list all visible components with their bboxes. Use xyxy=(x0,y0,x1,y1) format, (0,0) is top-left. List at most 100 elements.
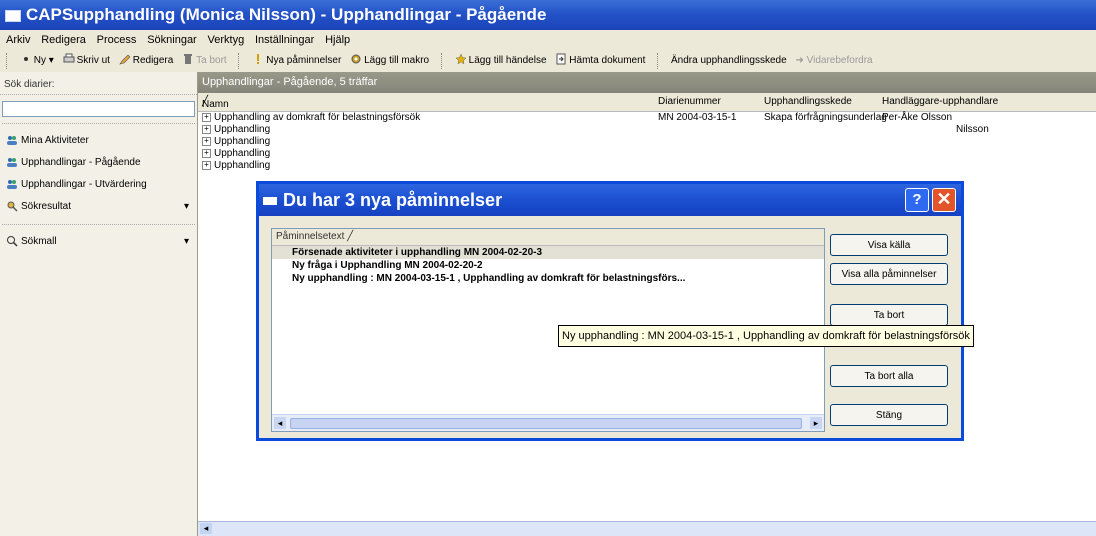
expand-icon[interactable]: + xyxy=(202,124,211,134)
menu-bar: Arkiv Redigera Process Sökningar Verktyg… xyxy=(0,30,1096,50)
sidebar-item-sokmall[interactable]: Sökmall ▾ xyxy=(0,231,197,253)
menu-arkiv[interactable]: Arkiv xyxy=(2,30,34,50)
add-event-button[interactable]: Lägg till händelse xyxy=(452,50,550,72)
toolbar-grip[interactable] xyxy=(6,53,10,69)
reminder-item[interactable]: Ny fråga i Upphandling MN 2004-02-20-2 xyxy=(272,259,824,272)
new-reminders-button[interactable]: Nya påminnelser xyxy=(249,50,344,72)
column-header-namn[interactable]: Namn ╱ xyxy=(202,96,229,110)
results-header: Upphandlingar - Pågående, 5 träffar xyxy=(198,72,1096,93)
row-handlaggare: Nilsson xyxy=(956,124,989,135)
edit-button[interactable]: Redigera xyxy=(116,50,177,72)
reminder-item[interactable]: Försenade aktiviteter i upphandling MN 2… xyxy=(272,246,824,259)
dialog-titlebar: Du har 3 nya påminnelser ? ✕ xyxy=(259,184,961,216)
fetch-document-button[interactable]: Hämta dokument xyxy=(552,50,648,72)
sidebar-search-label: Sök diarier: xyxy=(0,72,197,95)
expand-icon[interactable]: + xyxy=(202,148,211,158)
gear-icon xyxy=(351,54,361,64)
scroll-thumb[interactable] xyxy=(290,418,802,429)
table-row[interactable]: + Upphandling Nilsson xyxy=(198,124,1096,136)
row-diarienummer: MN 2004-03-15-1 xyxy=(658,112,737,123)
dialog-title: Du har 3 nya påminnelser xyxy=(283,190,503,210)
sidebar-item-pagaende[interactable]: Upphandlingar - Pågående xyxy=(0,152,197,174)
trash-icon xyxy=(184,54,193,65)
reminder-list-header[interactable]: Påminnelsetext ╱ xyxy=(272,229,824,246)
show-source-button[interactable]: Visa källa xyxy=(830,234,948,256)
users-icon xyxy=(7,158,17,168)
table-row[interactable]: + Upphandling av domkraft för belastnings… xyxy=(198,112,1096,124)
print-button[interactable]: Skriv ut xyxy=(60,50,113,72)
reminder-item[interactable]: Ny upphandling : MN 2004-03-15-1 , Uppha… xyxy=(272,272,824,285)
change-stage-button[interactable]: Ändra upphandlingsskede xyxy=(668,50,790,72)
sidebar-divider xyxy=(2,224,195,225)
window-title: CAPSupphandling (Monica Nilsson) - Uppha… xyxy=(26,5,547,24)
new-reminders-label: Nya påminnelser xyxy=(266,55,342,66)
column-header-label: Namn xyxy=(202,99,229,110)
scroll-left-icon[interactable]: ◂ xyxy=(200,523,212,534)
delete-button[interactable]: Ta bort xyxy=(179,50,230,72)
horizontal-scrollbar[interactable]: ◂ xyxy=(198,521,1096,536)
chevron-down-icon[interactable]: ▾ xyxy=(184,196,189,218)
sidebar-item-label: Upphandlingar - Pågående xyxy=(21,157,141,168)
reminder-list-scrollbar[interactable]: ◂ ▸ xyxy=(272,414,824,431)
table-row[interactable]: + Upphandling xyxy=(198,148,1096,160)
scroll-left-icon[interactable]: ◂ xyxy=(274,417,286,429)
expand-icon[interactable]: + xyxy=(202,136,211,146)
pencil-icon xyxy=(119,54,131,65)
add-macro-button[interactable]: Lägg till makro xyxy=(347,50,432,72)
print-label: Skriv ut xyxy=(76,55,110,66)
row-name: Upphandling xyxy=(214,160,271,171)
close-button[interactable]: ✕ xyxy=(932,188,956,212)
forward-label: Vidarebefordra xyxy=(806,55,873,66)
menu-redigera[interactable]: Redigera xyxy=(37,30,90,50)
help-button[interactable]: ? xyxy=(905,188,929,212)
sidebar-item-sokresultat[interactable]: Sökresultat ▾ xyxy=(0,196,197,218)
exclamation-icon xyxy=(257,54,260,65)
fetch-document-label: Hämta dokument xyxy=(569,55,646,66)
document-icon xyxy=(556,53,566,65)
delete-label: Ta bort xyxy=(196,55,227,66)
delete-all-button[interactable]: Ta bort alla xyxy=(830,365,948,387)
search-users-icon xyxy=(7,201,18,212)
table-row[interactable]: + Upphandling xyxy=(198,160,1096,172)
menu-verktyg[interactable]: Verktyg xyxy=(204,30,249,50)
add-event-label: Lägg till händelse xyxy=(468,55,547,66)
app-icon xyxy=(5,10,21,22)
chevron-down-icon[interactable]: ▾ xyxy=(184,231,189,253)
row-handlaggare: Per-Åke Olsson xyxy=(882,112,953,123)
forward-icon: ➜ xyxy=(795,55,804,66)
column-header-diarienummer[interactable]: Diarienummer xyxy=(658,96,721,107)
toolbar-separator xyxy=(657,53,661,69)
menu-process[interactable]: Process xyxy=(93,30,141,50)
tooltip: Ny upphandling : MN 2004-03-15-1 , Uppha… xyxy=(558,325,974,347)
scroll-right-icon[interactable]: ▸ xyxy=(810,417,822,429)
forward-button[interactable]: ➜ Vidarebefordra xyxy=(792,50,875,72)
new-icon xyxy=(23,57,28,62)
users-icon xyxy=(7,180,17,190)
expand-icon[interactable]: + xyxy=(202,112,211,122)
sidebar-item-utvardering[interactable]: Upphandlingar - Utvärdering xyxy=(0,174,197,196)
printer-icon xyxy=(63,53,75,63)
column-header-skede[interactable]: Upphandlingsskede xyxy=(764,96,852,107)
star-icon xyxy=(455,53,467,65)
new-button[interactable]: Ny ▾ xyxy=(17,50,57,72)
table-row[interactable]: + Upphandling xyxy=(198,136,1096,148)
menu-hjalp[interactable]: Hjälp xyxy=(321,30,354,50)
sidebar-item-label: Sökmall xyxy=(21,236,57,247)
new-label: Ny xyxy=(33,55,47,66)
menu-sokningar[interactable]: Sökningar xyxy=(143,30,201,50)
column-header-handlaggare[interactable]: Handläggare-upphandlare xyxy=(882,96,998,107)
delete-reminder-button[interactable]: Ta bort xyxy=(830,304,948,326)
toolbar-separator xyxy=(440,53,445,69)
reminder-dialog: Du har 3 nya påminnelser ? ✕ Påminnelset… xyxy=(256,181,964,441)
menu-installningar[interactable]: Inställningar xyxy=(251,30,318,50)
add-macro-label: Lägg till makro xyxy=(364,55,430,66)
users-icon xyxy=(7,136,17,146)
show-all-reminders-button[interactable]: Visa alla påminnelser xyxy=(830,263,948,285)
expand-icon[interactable]: + xyxy=(202,160,211,170)
row-name: Upphandling av domkraft för belastningsf… xyxy=(214,112,421,123)
dialog-icon xyxy=(263,197,277,205)
sidebar-search-input[interactable] xyxy=(2,101,195,117)
toolbar: Ny ▾ Skriv ut Redigera Ta bort Nya påmin… xyxy=(0,50,1096,73)
sidebar-item-mina-aktiviteter[interactable]: Mina Aktiviteter xyxy=(0,130,197,152)
close-dialog-button[interactable]: Stäng xyxy=(830,404,948,426)
